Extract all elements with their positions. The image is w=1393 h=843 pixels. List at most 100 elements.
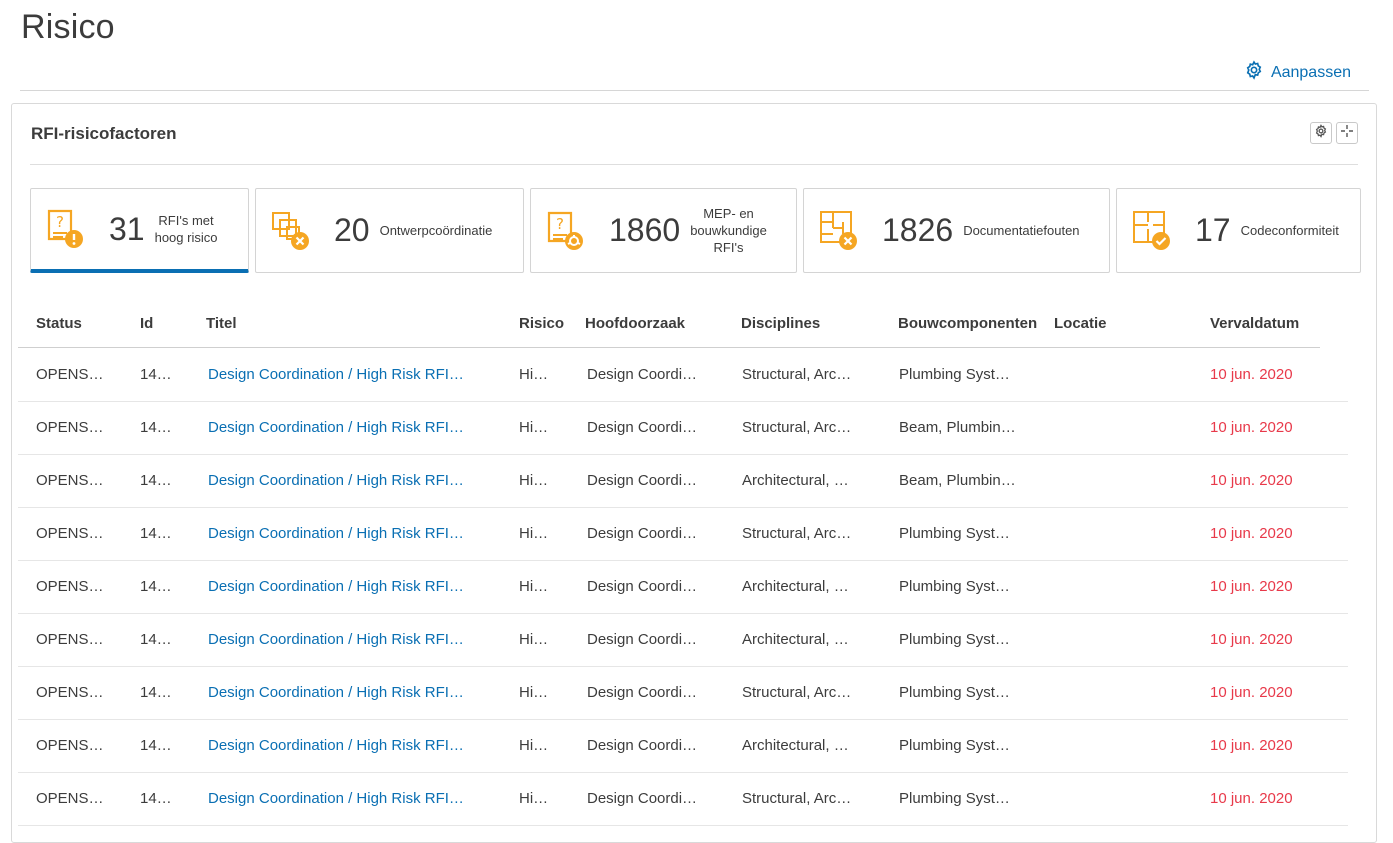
cell-status: OPENS… [36,366,104,383]
cell-status: OPENS… [36,472,104,489]
column-risk[interactable]: Risico [519,315,564,332]
cell-due-date: 10 jun. 2020 [1210,366,1293,383]
cell-building-components: Plumbing Syst… [899,737,1010,754]
table-row[interactable]: OPENS… 14… Design Coordination / High Risk… [18,401,1348,455]
cell-title[interactable]: Design Coordination / High Risk RFI… [208,631,464,648]
cell-due-date: 10 jun. 2020 [1210,631,1293,648]
kpi-label: Ontwerpcoördinatie [379,223,493,238]
cell-id: 14… [140,737,172,754]
table-row[interactable]: OPENS… 14… Design Coordination / High Risk… [18,719,1348,773]
cell-title[interactable]: Design Coordination / High Risk RFI… [208,472,464,489]
table-row[interactable]: OPENS… 14… Design Coordination / High Risk… [18,348,1348,402]
column-due-date[interactable]: Vervaldatum [1210,315,1299,332]
cell-building-components: Plumbing Syst… [899,790,1010,807]
cell-root-cause: Design Coordi… [587,631,698,648]
card-settings-button[interactable] [1310,122,1332,144]
kpi-documentation-errors[interactable]: 1826 Documentatiefouten [803,188,1110,273]
column-root-cause[interactable]: Hoofdoorzaak [585,315,685,332]
cell-id: 14… [140,631,172,648]
svg-text:?: ? [556,215,564,233]
cell-risk: Hi… [519,419,549,436]
cell-risk: Hi… [519,790,549,807]
cell-building-components: Plumbing Syst… [899,631,1010,648]
cell-id: 14… [140,419,172,436]
column-location[interactable]: Locatie [1054,315,1107,332]
cell-due-date: 10 jun. 2020 [1210,737,1293,754]
cell-risk: Hi… [519,684,549,701]
cell-title[interactable]: Design Coordination / High Risk RFI… [208,419,464,436]
collapse-icon [1340,124,1354,143]
kpi-mep-structural-rfis[interactable]: ? 1860 MEP- en bouwkundige RFI's [530,188,797,273]
card-divider [30,164,1358,165]
kpi-high-risk-rfis[interactable]: ? 31 RFI's met hoog risico [30,188,249,273]
cell-building-components: Plumbing Syst… [899,578,1010,595]
table-row[interactable]: OPENS… 14… Design Coordination / High Risk… [18,454,1348,508]
cell-title[interactable]: Design Coordination / High Risk RFI… [208,737,464,754]
cell-disciplines: Structural, Arc… [742,366,852,383]
customize-label: Aanpassen [1270,63,1351,81]
table-row[interactable]: OPENS… 14… Design Coordination / High Risk… [18,507,1348,561]
customize-button[interactable]: Aanpassen [1244,60,1351,85]
cell-status: OPENS… [36,578,104,595]
cell-building-components: Beam, Plumbin… [899,419,1016,436]
cell-building-components: Plumbing Syst… [899,525,1010,542]
cell-risk: Hi… [519,631,549,648]
kpi-label: Documentatiefouten [963,223,1080,238]
cell-building-components: Plumbing Syst… [899,684,1010,701]
kpi-label: MEP- en bouwkundige RFI's [690,206,767,255]
cell-due-date: 10 jun. 2020 [1210,525,1293,542]
column-title[interactable]: Titel [206,315,237,332]
cell-title[interactable]: Design Coordination / High Risk RFI… [208,790,464,807]
cell-id: 14… [140,578,172,595]
kpi-value: 31 [109,210,145,247]
column-disciplines[interactable]: Disciplines [741,315,820,332]
cell-status: OPENS… [36,790,104,807]
cell-disciplines: Architectural, … [742,578,849,595]
cell-due-date: 10 jun. 2020 [1210,419,1293,436]
floorplan-check-icon [1131,209,1173,253]
cell-title[interactable]: Design Coordination / High Risk RFI… [208,684,464,701]
table-header: Status Id Titel Risico Hoofdoorzaak Disc… [18,299,1320,348]
table-row[interactable]: OPENS… 14… Design Coordination / High Risk… [18,666,1348,720]
cell-title[interactable]: Design Coordination / High Risk RFI… [208,525,464,542]
cell-status: OPENS… [36,525,104,542]
cell-root-cause: Design Coordi… [587,472,698,489]
card-actions [1310,122,1358,144]
page-title: Risico [21,8,115,46]
column-id[interactable]: Id [140,315,153,332]
cell-disciplines: Structural, Arc… [742,525,852,542]
cell-root-cause: Design Coordi… [587,419,698,436]
cell-risk: Hi… [519,366,549,383]
cell-root-cause: Design Coordi… [587,578,698,595]
kpi-label: RFI's met hoog risico [154,213,218,245]
cell-status: OPENS… [36,684,104,701]
table-row[interactable]: OPENS… 14… Design Coordination / High Risk… [18,613,1348,667]
cell-root-cause: Design Coordi… [587,684,698,701]
kpi-code-compliance[interactable]: 17 Codeconformiteit [1116,188,1361,273]
cell-id: 14… [140,366,172,383]
kpi-design-coordination[interactable]: 20 Ontwerpcoördinatie [255,188,524,273]
cell-status: OPENS… [36,419,104,436]
kpi-value: 1826 [882,212,954,248]
svg-text:?: ? [56,213,64,231]
kpi-value: 20 [334,212,370,248]
cell-disciplines: Architectural, … [742,737,849,754]
cell-root-cause: Design Coordi… [587,737,698,754]
table-row[interactable]: OPENS… 14… Design Coordination / High Risk… [18,560,1348,614]
gear-icon [1314,123,1328,143]
kpi-value: 17 [1195,212,1231,248]
cell-due-date: 10 jun. 2020 [1210,684,1293,701]
column-building-components[interactable]: Bouwcomponenten [898,315,1043,332]
cell-disciplines: Structural, Arc… [742,790,852,807]
kpi-label: Codeconformiteit [1240,223,1339,238]
cell-title[interactable]: Design Coordination / High Risk RFI… [208,366,464,383]
card-collapse-button[interactable] [1336,122,1358,144]
cell-disciplines: Structural, Arc… [742,684,852,701]
document-error-icon [818,209,860,253]
cell-id: 14… [140,472,172,489]
column-status[interactable]: Status [36,315,82,332]
rfi-fan-icon: ? [545,209,587,253]
cell-title[interactable]: Design Coordination / High Risk RFI… [208,578,464,595]
cell-risk: Hi… [519,737,549,754]
table-row[interactable]: OPENS… 14… Design Coordination / High Risk… [18,772,1348,826]
